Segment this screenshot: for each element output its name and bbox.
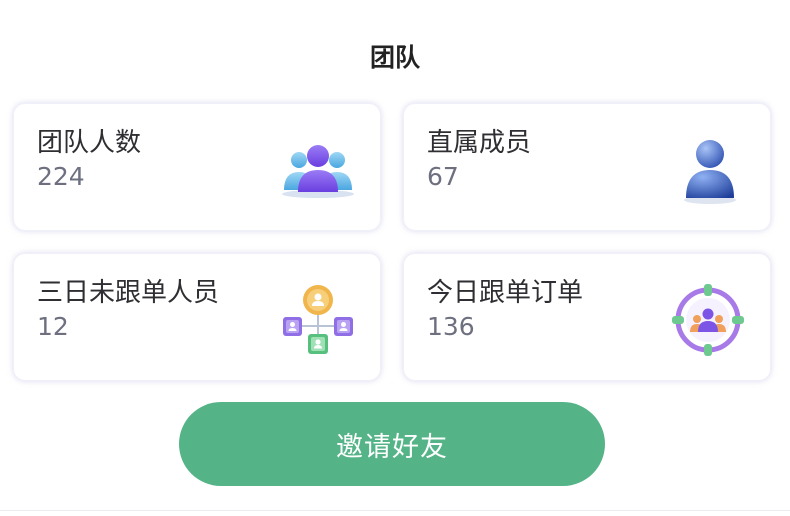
no-follow-members-value: 12 xyxy=(37,312,69,341)
team-count-card[interactable]: 团队人数 224 xyxy=(13,103,381,231)
network-members-icon xyxy=(278,282,358,362)
no-follow-members-label: 三日未跟单人员 xyxy=(37,278,220,308)
no-follow-members-card[interactable]: 三日未跟单人员 12 xyxy=(13,253,381,381)
target-team-icon xyxy=(668,282,748,362)
direct-members-card[interactable]: 直属成员 67 xyxy=(403,103,771,231)
today-orders-card[interactable]: 今日跟单订单 136 xyxy=(403,253,771,381)
team-page: 团队 团队人数 224 直属成员 67 三日未跟单人员 12 今日跟单订单 13… xyxy=(0,0,790,516)
team-members-icon xyxy=(278,132,358,212)
today-orders-value: 136 xyxy=(427,312,475,341)
direct-members-label: 直属成员 xyxy=(427,128,532,158)
today-orders-label: 今日跟单订单 xyxy=(427,278,584,308)
direct-members-value: 67 xyxy=(427,162,459,191)
team-count-label: 团队人数 xyxy=(37,128,142,158)
direct-member-icon xyxy=(668,132,748,212)
bottom-divider xyxy=(0,510,790,511)
team-count-value: 224 xyxy=(37,162,85,191)
invite-friends-button[interactable]: 邀请好友 xyxy=(179,402,605,486)
page-title: 团队 xyxy=(369,43,420,72)
